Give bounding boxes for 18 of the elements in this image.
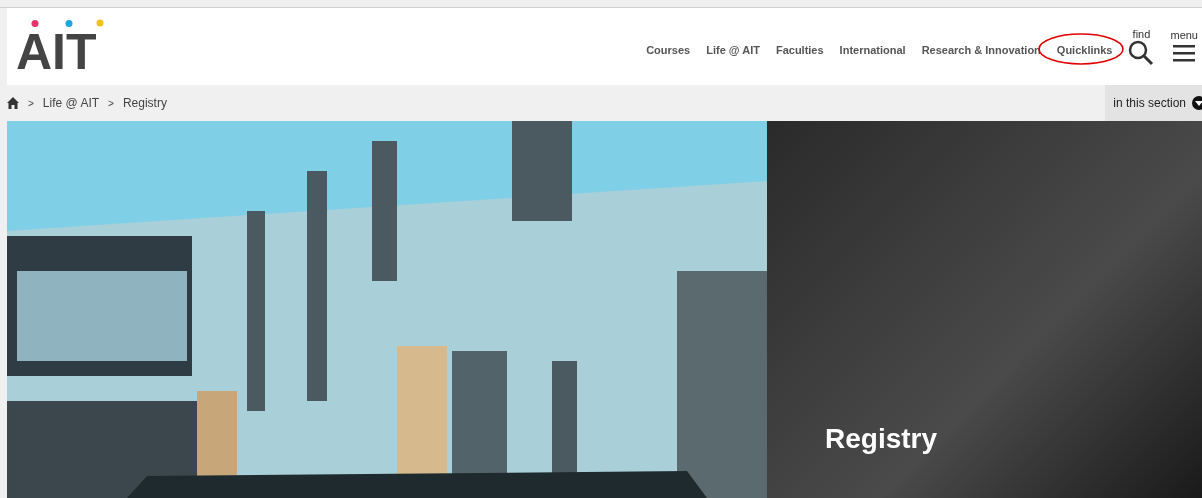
breadcrumb-item: Registry xyxy=(122,95,167,112)
nav-link[interactable]: Courses xyxy=(646,44,691,57)
breadcrumb-separator: > xyxy=(28,96,34,111)
hero-title: Registry xyxy=(825,422,938,456)
nav-link[interactable]: Research & Innovation xyxy=(921,44,1041,57)
home-icon[interactable] xyxy=(7,97,19,109)
search-icon[interactable] xyxy=(1128,39,1155,66)
nav-link[interactable]: Faculties xyxy=(775,44,824,57)
nav-link[interactable]: Life @ AIT xyxy=(706,44,760,57)
breadcrumb-item[interactable]: Life @ AIT xyxy=(42,94,100,112)
logo-dots-icon xyxy=(31,18,104,28)
dropdown-icon[interactable] xyxy=(1192,96,1202,110)
logo[interactable]: AIT xyxy=(14,23,99,80)
breadcrumb-separator: > xyxy=(108,96,114,111)
nav-link[interactable]: International xyxy=(839,44,906,57)
section-toggle[interactable]: in this section xyxy=(1105,85,1202,121)
menu-label: menu xyxy=(1170,28,1198,41)
find-label: find xyxy=(1132,27,1151,40)
